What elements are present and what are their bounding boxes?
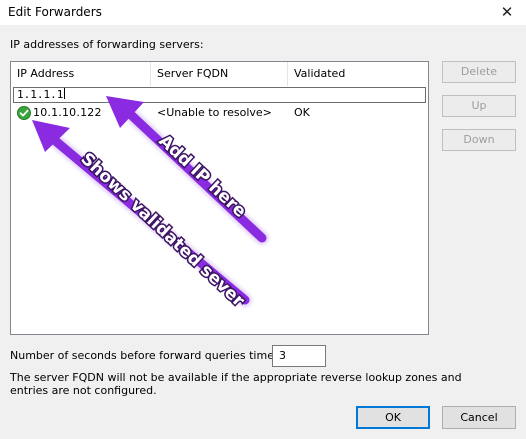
column-header-validated[interactable]: Validated <box>288 62 428 86</box>
ip-address-edit-value: 1.1.1.1 <box>17 88 64 101</box>
delete-button[interactable]: Delete <box>442 61 516 83</box>
close-icon[interactable]: ✕ <box>494 0 520 25</box>
timeout-label: Number of seconds before forward queries… <box>10 349 300 362</box>
timeout-input[interactable]: 3 <box>272 345 326 367</box>
row-validated: OK <box>294 106 310 119</box>
column-header-server-fqdn[interactable]: Server FQDN <box>151 62 288 86</box>
column-header-ip-address[interactable]: IP Address <box>11 62 151 86</box>
forwarders-list[interactable]: IP Address Server FQDN Validated 1.1.1.1… <box>10 61 429 335</box>
fqdn-note: The server FQDN will not be available if… <box>10 371 462 397</box>
up-button[interactable]: Up <box>442 95 516 117</box>
table-row[interactable]: 10.1.10.122 <Unable to resolve> OK <box>11 105 428 121</box>
row-ip-address: 10.1.10.122 <box>33 106 102 119</box>
ok-button[interactable]: OK <box>356 406 430 429</box>
ip-address-edit-input[interactable]: 1.1.1.1 <box>13 87 426 103</box>
forwarders-section-label: IP addresses of forwarding servers: <box>10 38 204 51</box>
title-bar: Edit Forwarders ✕ <box>0 0 526 25</box>
window-title: Edit Forwarders <box>8 5 102 19</box>
check-circle-icon <box>17 106 31 120</box>
cancel-button[interactable]: Cancel <box>442 406 516 429</box>
text-caret <box>64 88 66 99</box>
row-server-fqdn: <Unable to resolve> <box>157 106 272 119</box>
down-button[interactable]: Down <box>442 129 516 151</box>
